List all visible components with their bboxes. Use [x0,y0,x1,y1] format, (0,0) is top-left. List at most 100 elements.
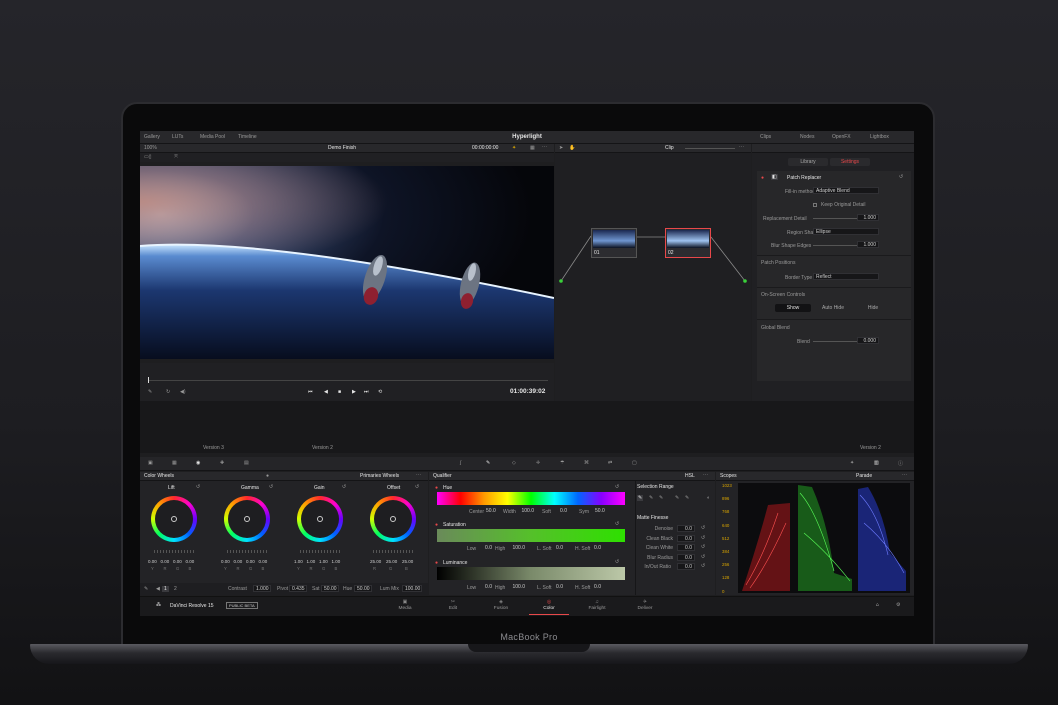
page-tab-media[interactable]: ▣ Media [385,599,425,615]
repeat-icon[interactable]: ⟲ [378,389,382,395]
tab-settings[interactable]: Settings [830,158,870,166]
blur-icon[interactable]: ☂ [560,460,564,466]
blur-edges-field[interactable]: 1.000 [857,241,879,248]
field-value[interactable]: 0.0 [552,584,565,591]
sat-enable-icon[interactable]: ● [435,522,438,528]
tracker-icon[interactable]: ✛ [536,460,540,466]
home-icon[interactable]: ⌂ [876,602,879,608]
replacement-detail-field[interactable]: 1.000 [857,214,879,221]
color-match-icon[interactable]: ▦ [172,460,177,466]
field-value[interactable]: 100.0 [509,545,527,552]
wheel-value[interactable]: 1.00 [319,559,328,564]
matte-value[interactable]: 0.0 [677,534,695,542]
onscreen-hide-button[interactable]: Hide [855,304,891,312]
field-value[interactable]: 0.0 [552,545,565,552]
hue-range-bar[interactable] [437,492,625,505]
grid-icon[interactable]: ▦ [530,145,535,151]
lum-enable-icon[interactable]: ● [435,560,438,566]
softness-plus-icon[interactable]: ✎ [685,495,689,501]
audio-icon[interactable]: ◀) [180,389,186,395]
wheel-center-handle[interactable] [171,516,177,522]
field-value[interactable]: 100.0 [509,584,527,591]
fill-method-dropdown[interactable]: Adaptive Blend [813,187,879,194]
field-value[interactable]: 0.0 [481,584,494,591]
zoom-dropdown[interactable]: 100% [144,145,157,151]
region-shape-dropdown[interactable]: Ellipse [813,228,879,235]
wheel-value[interactable]: 0.00 [234,559,243,564]
wheel-center-handle[interactable] [317,516,323,522]
sizing-icon[interactable]: ⇄ [608,460,612,466]
wheel-value[interactable]: 0.00 [221,559,230,564]
reverse-icon[interactable]: ◀ [324,389,328,395]
scopes-more-icon[interactable]: ··· [902,472,907,478]
picker-plus-icon[interactable]: ✎ [659,495,663,501]
key-icon[interactable]: ⌘ [584,460,589,466]
wheel-value[interactable]: 0.00 [259,559,268,564]
onscreen-autohide-button[interactable]: Auto Hide [815,304,851,312]
lum-reset-icon[interactable]: ↺ [615,559,619,565]
play-icon[interactable]: ▶ [352,389,356,395]
more-icon[interactable]: ··· [542,144,547,150]
field-value[interactable]: 0.0 [590,545,603,552]
top-tab-nodes[interactable]: Nodes [800,134,814,140]
page-tab-color[interactable]: ◎ Color [529,599,569,615]
qualifier-mode-dropdown[interactable]: HSL [685,473,695,479]
wheel-value[interactable]: 0.00 [148,559,157,564]
loop-icon[interactable]: ↻ [166,389,170,395]
wheel-reset-icon[interactable]: ↺ [415,484,419,490]
wheel-center-handle[interactable] [390,516,396,522]
page-tab-edit[interactable]: ✂ Edit [433,599,473,615]
wheel-center-handle[interactable] [244,516,250,522]
saturation-range-bar[interactable] [437,529,625,542]
highlight-icon[interactable]: ✦ [512,145,516,151]
wheels-more-icon[interactable]: ··· [416,472,421,478]
stop-icon[interactable]: ■ [338,389,341,395]
patch-positions-label[interactable]: Patch Positions [761,260,795,266]
invert-icon[interactable]: ◐ [707,495,710,501]
page-2-button[interactable]: 2 [174,586,177,592]
contrast-field[interactable]: 1.000 [253,585,271,592]
matte-reset-icon[interactable]: ↺ [701,563,705,569]
wipe-icon[interactable]: ⤧ [174,154,178,160]
picker-icon[interactable]: ✎ [637,495,644,501]
field-value[interactable]: 100.0 [518,508,536,515]
picker-minus-icon[interactable]: ✎ [649,495,653,501]
matte-reset-icon[interactable]: ↺ [701,525,705,531]
curves-icon[interactable]: ∫ [460,460,461,466]
matte-value[interactable]: 0.0 [677,563,695,570]
playhead[interactable] [148,377,149,383]
sat-reset-icon[interactable]: ↺ [615,521,619,527]
scopes-mode-dropdown[interactable]: Parade [856,473,872,479]
page-tab-fusion[interactable]: ◈ Fusion [481,599,521,615]
pivot-field[interactable]: 0.435 [289,585,307,592]
clip-name-dropdown[interactable]: Demo Finish [328,145,356,151]
hue-reset-icon[interactable]: ↺ [615,484,619,490]
wheel-value[interactable]: 25.00 [386,559,397,564]
replacement-detail-slider[interactable] [813,218,857,219]
rgb-mixer-icon[interactable]: ✚ [220,460,224,466]
qualifier-icon[interactable]: ✎ [486,460,490,466]
node-editor[interactable]: ➤ ✋ Clip ··· 01 02 [555,144,751,401]
matte-reset-icon[interactable]: ↺ [701,544,705,550]
camera-raw-icon[interactable]: ▣ [148,460,153,466]
page-tab-fairlight[interactable]: ♫ Fairlight [577,599,617,615]
color-wheels-icon[interactable]: ◉ [196,460,200,466]
wheel-value[interactable]: 1.00 [332,559,341,564]
top-tab-lightbox[interactable]: Lightbox [870,134,889,140]
sat-field[interactable]: 50.00 [321,585,339,592]
window-icon[interactable]: ◇ [512,460,516,466]
matte-value[interactable]: 0.0 [677,525,695,532]
field-value[interactable]: 0.0 [590,584,603,591]
viewer-image[interactable] [140,166,554,359]
master-wheel-gain[interactable] [300,550,342,553]
page-1-button[interactable]: 1 [162,586,169,592]
layout-icon[interactable]: ▭▯ [144,154,151,160]
field-value[interactable]: 0.0 [481,545,494,552]
wheels-mode-dropdown[interactable]: Primaries Wheels [360,473,399,479]
luminance-range-bar[interactable] [437,567,625,580]
blend-field[interactable]: 0.000 [857,337,879,344]
blend-slider[interactable] [813,341,857,342]
page-dot[interactable]: ● [266,473,269,479]
wheel-reset-icon[interactable]: ↺ [269,484,273,490]
wheel-value[interactable]: 0.00 [173,559,182,564]
